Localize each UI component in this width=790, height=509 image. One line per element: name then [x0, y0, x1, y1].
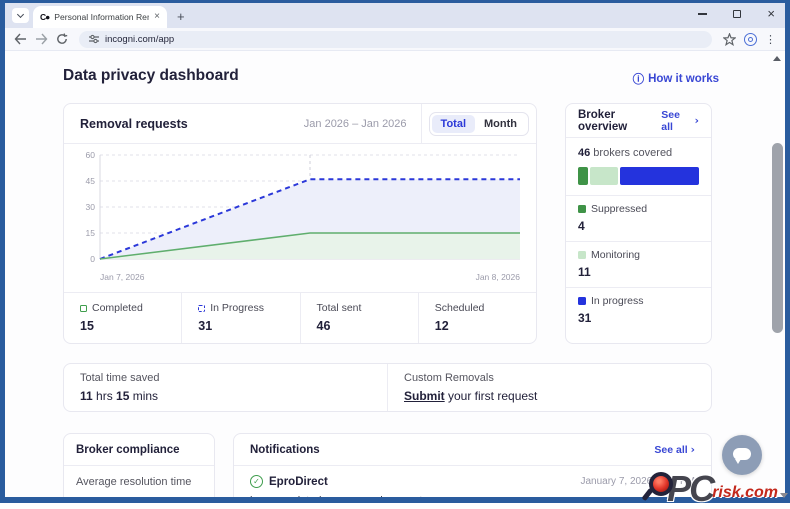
svg-text:60: 60	[86, 150, 96, 160]
svg-text:15: 15	[86, 228, 96, 238]
broker-compliance-title: Broker compliance	[76, 444, 180, 456]
url-text: incogni.com/app	[105, 34, 174, 45]
removal-requests-card: Removal requests Jan 2026 – Jan 2026 Tot…	[63, 103, 537, 344]
browser-window: C● Personal Information Removal S × + × …	[0, 0, 790, 503]
pcrisk-watermark: PC risk.com	[649, 472, 788, 504]
tab-strip: C● Personal Information Removal S × + ×	[5, 3, 785, 28]
magnifier-icon	[649, 472, 673, 496]
monitoring-legend-icon	[578, 251, 586, 259]
minimize-button[interactable]	[698, 13, 707, 14]
svg-text:Jan 8, 2026: Jan 8, 2026	[476, 272, 521, 282]
forward-icon[interactable]	[35, 33, 48, 45]
brokers-covered-text: 46 brokers covered	[578, 147, 699, 159]
tab-close-icon[interactable]: ×	[154, 12, 160, 22]
page-title: Data privacy dashboard	[63, 67, 239, 85]
broker-item-in-progress: In progress 31	[566, 288, 711, 333]
coverage-segment-suppressed	[578, 167, 588, 185]
tab-title: Personal Information Removal S	[54, 12, 149, 22]
main-content: Data privacy dashboard ⓘ How it works Re…	[5, 51, 785, 497]
notifications-card: Notifications See all › ✓ EproDirect Jan…	[233, 433, 712, 497]
stat-value: 31	[198, 319, 299, 333]
menu-icon[interactable]: ⋮	[765, 33, 776, 46]
broker-see-all-link[interactable]: See all ›	[661, 109, 699, 133]
window-controls: ×	[698, 9, 775, 19]
coverage-segment-monitoring	[590, 167, 618, 185]
avg-resolution-label: Average resolution time	[76, 476, 202, 488]
toggle-month[interactable]: Month	[475, 115, 526, 133]
check-circle-icon: ✓	[250, 475, 263, 488]
svg-text:45: 45	[86, 176, 96, 186]
chat-button[interactable]	[722, 435, 762, 475]
broker-overview-card: Broker overview See all › 46 brokers cov…	[565, 103, 712, 344]
stat-completed: Completed 15	[64, 293, 181, 343]
toggle-total[interactable]: Total	[432, 115, 475, 133]
profile-icon[interactable]	[744, 33, 757, 46]
avg-resolution-value: 12 days	[76, 495, 202, 497]
info-icon: ⓘ	[633, 71, 645, 87]
svg-text:30: 30	[86, 202, 96, 212]
svg-text:Jan 7, 2026: Jan 7, 2026	[100, 272, 145, 282]
chevron-right-icon: ›	[691, 444, 695, 456]
submit-link[interactable]: Submit	[404, 389, 445, 403]
notification-message: has completed our removal request	[250, 495, 695, 497]
coverage-segment-in-progress	[620, 167, 699, 185]
broker-item-monitoring: Monitoring 11	[566, 242, 711, 288]
custom-removals-cell: Custom Removals Submit your first reques…	[387, 364, 711, 411]
watermark-pc: PC	[667, 475, 713, 504]
in-progress-icon	[198, 305, 205, 312]
browser-toolbar: incogni.com/app ⋮	[5, 28, 785, 51]
notifications-title: Notifications	[250, 444, 320, 456]
stat-value: 46	[317, 319, 418, 333]
time-saved-value: 11 hrs 15 mins	[80, 389, 371, 403]
watermark-risk: risk.com	[712, 484, 778, 502]
stat-in-progress: In Progress 31	[181, 293, 299, 343]
time-saved-card: Total time saved 11 hrs 15 mins Custom R…	[63, 363, 712, 412]
brokers-covered-section: 46 brokers covered	[566, 138, 711, 196]
stat-total-sent: Total sent 46	[300, 293, 418, 343]
back-icon[interactable]	[14, 33, 27, 45]
close-button[interactable]: ×	[767, 9, 775, 19]
notification-item[interactable]: ✓ EproDirect January 7, 2026, 2:47 PM ha…	[234, 466, 711, 497]
chat-bubble-icon	[733, 448, 751, 460]
scrollbar-thumb[interactable]	[772, 143, 783, 333]
chevron-right-icon: ›	[695, 115, 699, 127]
watermark-caret-icon	[780, 493, 788, 498]
notification-broker-name: EproDirect	[269, 476, 328, 488]
reload-icon[interactable]	[56, 33, 68, 45]
incogni-favicon-icon: C●	[40, 12, 49, 22]
stat-value: 12	[435, 319, 536, 333]
browser-tab[interactable]: C● Personal Information Removal S ×	[33, 6, 167, 28]
completed-icon	[80, 305, 87, 312]
removal-stats-row: Completed 15 In Progress 31 Total sent 4…	[64, 292, 536, 343]
in-progress-legend-icon	[578, 297, 586, 305]
notifications-see-all-link[interactable]: See all ›	[654, 444, 695, 456]
tab-search-button[interactable]	[12, 8, 29, 23]
removal-chart: 0 15 30 45 60 Jan 7, 2026 Jan 8, 2026	[72, 149, 530, 284]
svg-text:0: 0	[90, 254, 95, 264]
broker-compliance-card: Broker compliance Average resolution tim…	[63, 433, 215, 497]
how-it-works-link[interactable]: ⓘ How it works	[633, 71, 719, 87]
removal-card-title: Removal requests	[64, 117, 188, 131]
broker-overview-title: Broker overview	[578, 109, 661, 133]
scroll-up-arrow[interactable]	[773, 56, 781, 61]
broker-item-suppressed: Suppressed 4	[566, 196, 711, 242]
chevron-down-icon	[17, 11, 24, 18]
coverage-bar	[578, 167, 699, 185]
maximize-button[interactable]	[733, 10, 741, 18]
stat-scheduled: Scheduled 12	[418, 293, 536, 343]
address-bar[interactable]: incogni.com/app	[79, 31, 712, 48]
stat-value: 15	[80, 319, 181, 333]
removal-card-header: Removal requests Jan 2026 – Jan 2026 Tot…	[64, 104, 536, 144]
total-time-saved-cell: Total time saved 11 hrs 15 mins	[64, 364, 387, 411]
tune-icon[interactable]	[89, 34, 99, 44]
view-toggle: Total Month	[421, 104, 536, 143]
suppressed-legend-icon	[578, 205, 586, 213]
bookmark-star-icon[interactable]	[723, 33, 736, 46]
date-range: Jan 2026 – Jan 2026	[304, 118, 421, 130]
new-tab-button[interactable]: +	[177, 10, 185, 23]
